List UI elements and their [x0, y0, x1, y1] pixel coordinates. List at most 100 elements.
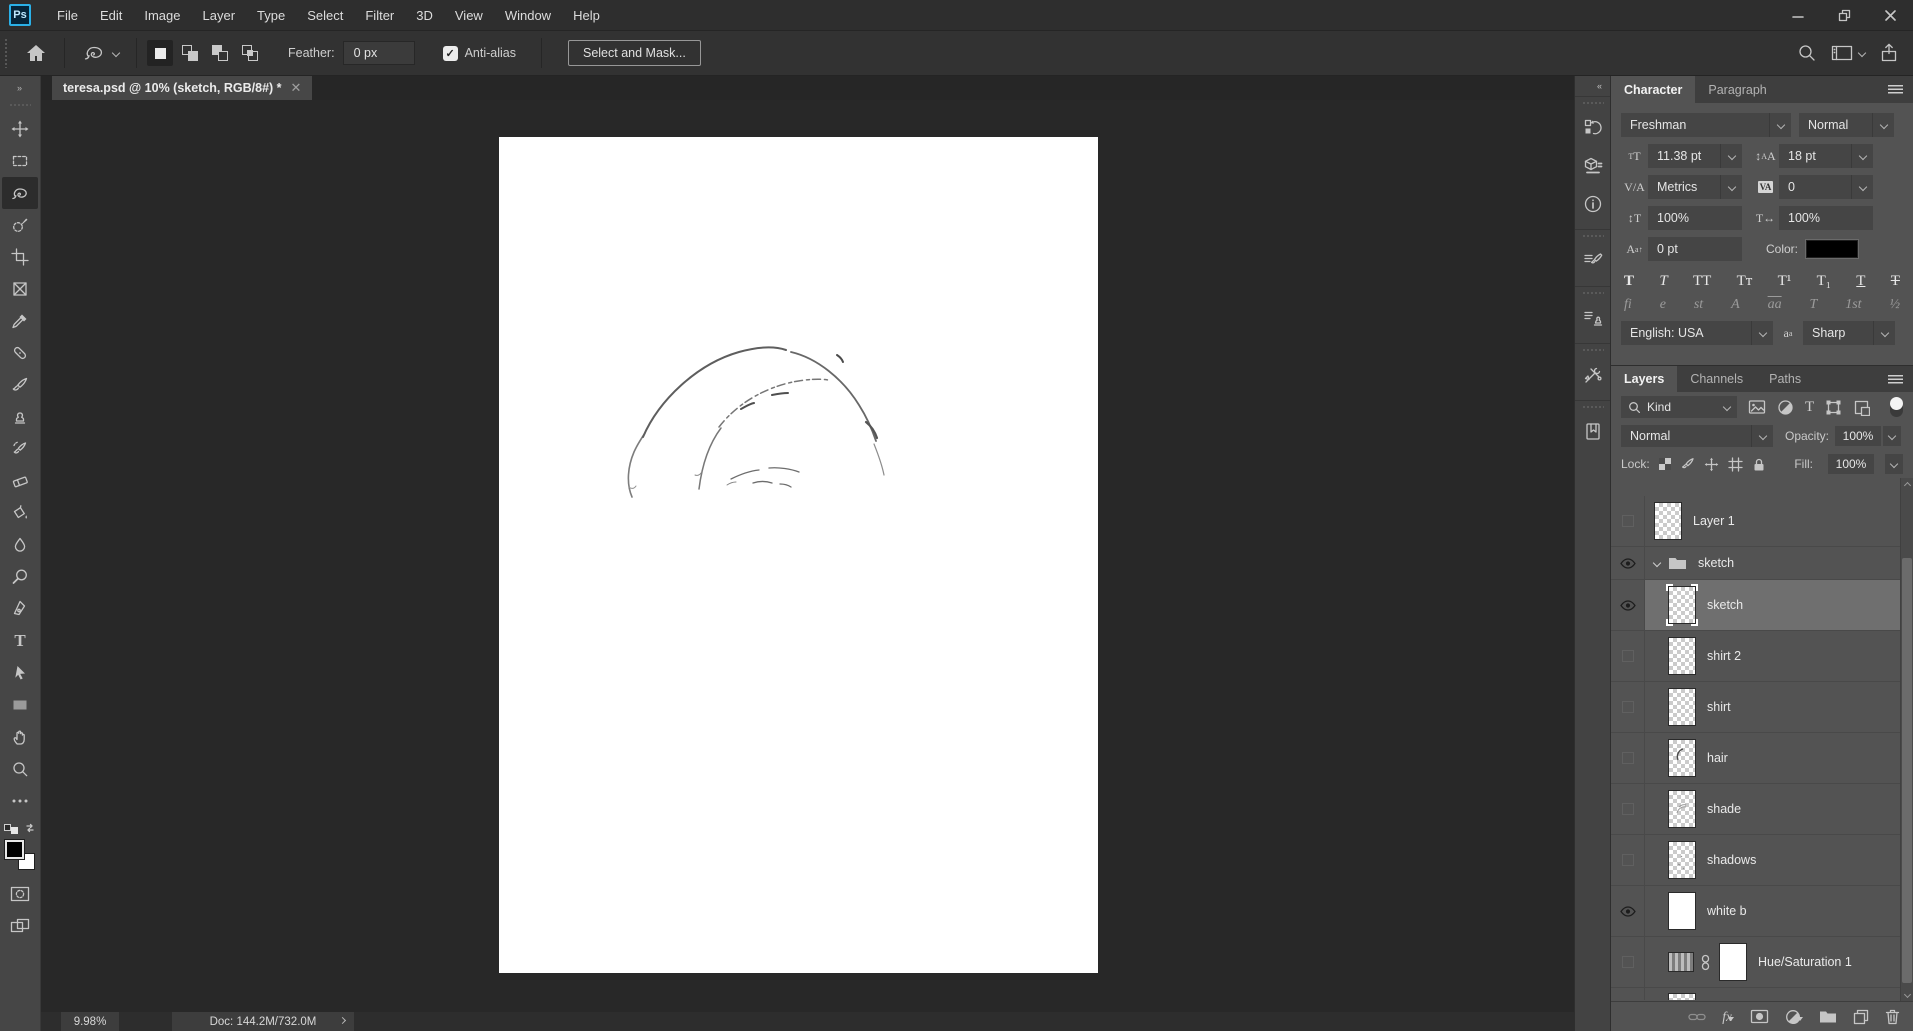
- new-selection-button[interactable]: [147, 40, 173, 66]
- faux-italic-button[interactable]: T: [1659, 273, 1667, 290]
- kerning-dropdown[interactable]: Metrics: [1648, 175, 1742, 199]
- tab-layers[interactable]: Layers: [1611, 366, 1677, 392]
- new-adjustment-layer-icon[interactable]: [1785, 1009, 1803, 1025]
- filter-adjustment-layers-icon[interactable]: [1777, 399, 1794, 416]
- layer-row-selected[interactable]: sketch: [1611, 580, 1900, 631]
- strikethrough-button[interactable]: T: [1891, 273, 1900, 290]
- menu-type[interactable]: Type: [246, 8, 296, 23]
- layer-mask-thumbnail[interactable]: [1719, 943, 1747, 981]
- restore-icon[interactable]: [1821, 0, 1867, 30]
- layer-thumbnail[interactable]: [1668, 993, 1696, 1000]
- tab-paths[interactable]: Paths: [1756, 366, 1814, 392]
- filter-kind-dropdown[interactable]: Kind: [1621, 396, 1737, 418]
- scroll-down-icon[interactable]: [1901, 987, 1913, 1001]
- small-caps-button[interactable]: Tᴛ: [1737, 273, 1753, 290]
- fill-chevron[interactable]: [1885, 454, 1903, 474]
- all-caps-button[interactable]: TT: [1693, 273, 1711, 290]
- layer-thumbnail[interactable]: [1668, 637, 1696, 675]
- select-and-mask-button[interactable]: Select and Mask...: [568, 40, 701, 66]
- lock-all-icon[interactable]: [1752, 457, 1766, 472]
- layer-row-partial[interactable]: [1611, 988, 1900, 1000]
- clone-source-panel-icon[interactable]: [1578, 303, 1608, 333]
- tool-zoom[interactable]: [2, 753, 38, 785]
- tool-dodge[interactable]: [2, 561, 38, 593]
- workspace-switcher[interactable]: [1831, 44, 1865, 62]
- menu-edit[interactable]: Edit: [89, 8, 133, 23]
- tool-hand[interactable]: [2, 721, 38, 753]
- baseline-shift-input[interactable]: 0 pt: [1648, 237, 1742, 261]
- font-family-dropdown[interactable]: Freshman: [1621, 113, 1791, 137]
- tracking-dropdown[interactable]: 0: [1779, 175, 1873, 199]
- mask-link-icon[interactable]: [1700, 954, 1711, 971]
- layer-thumbnail[interactable]: [1668, 739, 1696, 777]
- subscript-button[interactable]: T₁: [1817, 273, 1831, 290]
- new-layer-icon[interactable]: [1853, 1009, 1869, 1025]
- add-selection-button[interactable]: [177, 40, 203, 66]
- properties-panel-icon[interactable]: [1578, 151, 1608, 181]
- minimize-icon[interactable]: [1775, 0, 1821, 30]
- swash-button[interactable]: e: [1660, 297, 1666, 313]
- panel-menu-icon[interactable]: [1888, 375, 1903, 384]
- panel-grip[interactable]: [1582, 291, 1604, 295]
- opacity-input[interactable]: 100%: [1835, 426, 1881, 446]
- visibility-well[interactable]: [1611, 496, 1645, 546]
- layers-scrollbar[interactable]: [1900, 478, 1913, 1001]
- visibility-well[interactable]: [1611, 835, 1645, 885]
- visibility-well[interactable]: [1611, 733, 1645, 783]
- text-color-swatch[interactable]: [1806, 240, 1858, 258]
- foreground-background-swatches[interactable]: [5, 840, 35, 870]
- layer-name[interactable]: white b: [1707, 904, 1747, 918]
- tool-eyedropper[interactable]: [2, 305, 38, 337]
- ordinal-1st-button[interactable]: 1st: [1845, 297, 1861, 313]
- panel-grip[interactable]: [1582, 348, 1604, 352]
- delete-layer-icon[interactable]: [1885, 1009, 1900, 1025]
- filter-shape-layers-icon[interactable]: [1825, 399, 1842, 416]
- horizontal-scale-input[interactable]: 100%: [1779, 206, 1873, 230]
- lock-transparent-pixels-icon[interactable]: [1659, 458, 1671, 470]
- quick-mask-button[interactable]: [2, 878, 38, 910]
- fractions-button[interactable]: ½: [1890, 297, 1901, 313]
- layer-name[interactable]: shirt 2: [1707, 649, 1741, 663]
- visibility-well[interactable]: [1611, 580, 1645, 630]
- tool-rectangle[interactable]: [2, 689, 38, 721]
- font-style-dropdown[interactable]: Normal: [1799, 113, 1894, 137]
- eye-icon[interactable]: [1620, 558, 1636, 569]
- layer-row[interactable]: Layer 1: [1611, 496, 1900, 547]
- scroll-up-icon[interactable]: [1901, 478, 1913, 492]
- close-icon[interactable]: [1867, 0, 1913, 30]
- lock-position-icon[interactable]: [1704, 457, 1719, 472]
- layer-row[interactable]: shirt 2: [1611, 631, 1900, 682]
- discretionary-ligatures-button[interactable]: st: [1694, 297, 1703, 313]
- layer-thumbnail[interactable]: [1654, 502, 1682, 540]
- group-row[interactable]: sketch: [1611, 547, 1900, 580]
- zoom-level-field[interactable]: 9.98%: [61, 1012, 119, 1031]
- document-tab[interactable]: teresa.psd @ 10% (sketch, RGB/8#) * ✕: [52, 76, 312, 100]
- chevron-right-icon[interactable]: [339, 1017, 346, 1024]
- brush-settings-panel-icon[interactable]: [1578, 246, 1608, 276]
- vertical-scale-input[interactable]: 100%: [1648, 206, 1742, 230]
- expand-panels-chevrons[interactable]: «: [1575, 76, 1610, 96]
- layer-thumbnail[interactable]: [1668, 892, 1696, 930]
- subtract-selection-button[interactable]: [207, 40, 233, 66]
- menu-layer[interactable]: Layer: [192, 8, 247, 23]
- foreground-color-swatch[interactable]: [5, 840, 24, 859]
- lasso-tool-preset[interactable]: [73, 42, 128, 64]
- fill-input[interactable]: 100%: [1828, 454, 1874, 474]
- eye-icon[interactable]: [1620, 906, 1636, 917]
- filter-smart-objects-icon[interactable]: [1853, 399, 1870, 416]
- tool-presets-panel-icon[interactable]: [1578, 360, 1608, 390]
- filter-type-layers-icon[interactable]: T: [1805, 399, 1814, 416]
- layer-style-fx-icon[interactable]: fx: [1722, 1009, 1734, 1025]
- layer-row[interactable]: white b: [1611, 886, 1900, 937]
- menu-view[interactable]: View: [444, 8, 494, 23]
- tool-brush[interactable]: [2, 369, 38, 401]
- tool-crop[interactable]: [2, 241, 38, 273]
- faux-bold-button[interactable]: T: [1624, 273, 1634, 290]
- document-page[interactable]: [499, 137, 1098, 973]
- blend-mode-dropdown[interactable]: Normal: [1621, 425, 1773, 447]
- layer-thumbnail[interactable]: [1668, 790, 1696, 828]
- menu-image[interactable]: Image: [133, 8, 191, 23]
- layer-name[interactable]: hair: [1707, 751, 1728, 765]
- tool-clone-stamp[interactable]: [2, 401, 38, 433]
- share-icon[interactable]: [1879, 43, 1899, 63]
